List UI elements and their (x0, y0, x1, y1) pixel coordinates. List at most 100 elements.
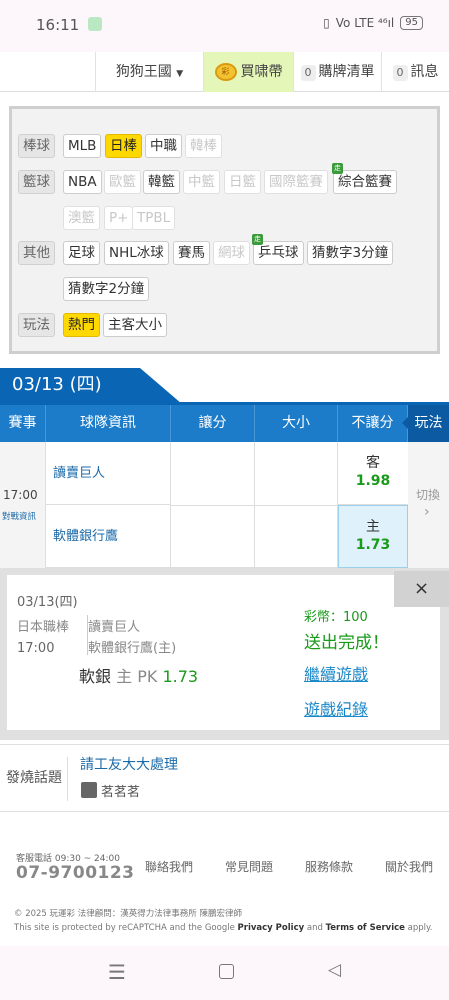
filter-soccer[interactable]: 足球 (63, 241, 100, 265)
filter-china-basketball[interactable]: 中籃 (183, 170, 220, 194)
filter-combined-basketball-label: 綜合籃賽 (338, 174, 392, 190)
category-basketball: 籃球 (18, 170, 55, 194)
kingdom-label: 狗狗王國 (115, 64, 172, 80)
filter-table-tennis-label: 乒乓球 (258, 245, 299, 261)
privacy-policy-link[interactable]: Privacy Policy (238, 923, 305, 933)
game-time: 17:00 (3, 488, 38, 502)
cart-count-badge: 0 (300, 65, 316, 81)
header-event: 賽事 (0, 405, 46, 442)
caret-down-icon: ▼ (176, 69, 184, 79)
filter-home-away-total[interactable]: 主客大小 (103, 313, 167, 337)
avatar (81, 782, 97, 798)
away-odds-button[interactable]: 客 1.98 (338, 442, 408, 505)
header-play-type[interactable]: 玩法 (402, 405, 449, 442)
filter-cpbl[interactable]: 中職 (145, 134, 182, 158)
system-nav-bar: ☰ ◁ (0, 946, 449, 1000)
service-phone[interactable]: 07-9700123 (16, 863, 135, 883)
filter-aus-basketball[interactable]: 澳籃 (63, 206, 100, 230)
home-odds-value: 1.73 (355, 537, 391, 553)
filter-intl-basketball[interactable]: 國際籃賽 (264, 170, 328, 194)
filter-mlb[interactable]: MLB (63, 134, 102, 158)
header-moneyline: 不讓分 (338, 405, 408, 442)
filter-horse-racing[interactable]: 賽馬 (173, 241, 210, 265)
odds-table-row: 17:00 對戰資訊 讀賣巨人 軟體銀行鷹 客 1.98 主 1.73 切換 › (0, 442, 449, 568)
filter-table-tennis[interactable]: 走乒乓球 (252, 234, 304, 265)
slip-pick-team: 軟銀 (79, 667, 112, 686)
spread-cell (171, 442, 255, 568)
slip-time: 17:00 (17, 641, 55, 656)
odds-table-header: 賽事 球隊資訊 讓分 大小 不讓分 玩法 (0, 405, 449, 442)
recaptcha-and: and (306, 923, 323, 933)
recent-apps-icon[interactable]: ☰ (108, 960, 126, 984)
filter-euro-basketball[interactable]: 歐籃 (104, 170, 141, 194)
away-odds-value: 1.98 (355, 473, 391, 489)
filter-guess-number-3min[interactable]: 猜數字3分鐘 (307, 241, 394, 265)
away-team[interactable]: 讀賣巨人 (46, 442, 171, 505)
hot-topic-author[interactable]: 茗茗茗 (101, 781, 140, 800)
filter-nhl[interactable]: NHL冰球 (104, 241, 169, 265)
switch-label: 切換 (416, 488, 441, 502)
coins-line: 彩幣：100 (304, 606, 368, 625)
slip-team1: 讀賣巨人 (88, 620, 141, 635)
home-icon[interactable] (219, 964, 234, 979)
hot-topic-title[interactable]: 請工友大大處理 (80, 754, 178, 774)
slip-date: 03/13(四) (17, 595, 78, 610)
cart-button[interactable]: 0 購牌清單 (293, 52, 381, 92)
event-cell: 17:00 對戰資訊 (0, 442, 46, 568)
close-button[interactable]: × (394, 571, 449, 607)
filter-npb[interactable]: 日棒 (105, 134, 142, 158)
footer-link-about[interactable]: 關於我們 (385, 858, 433, 875)
home-team[interactable]: 軟體銀行鷹 (46, 505, 171, 568)
filter-hot[interactable]: 熱門 (63, 313, 100, 337)
vibrate-icon: ▯ (323, 16, 330, 30)
messages-button[interactable]: 0 訊息 (381, 52, 449, 92)
recaptcha-apply: apply. (407, 923, 433, 933)
continue-game-link[interactable]: 繼續遊戲 (304, 661, 368, 685)
filter-p-league[interactable]: P+ (104, 206, 134, 230)
topic-divider (67, 757, 68, 801)
filter-japan-basketball[interactable]: 日籃 (224, 170, 261, 194)
sport-filter-panel: 棒球 MLB 日棒 中職 韓棒 籃球 NBA 歐籃 韓籃 中籃 日籃 國際籃賽 … (9, 106, 440, 354)
category-other: 其他 (18, 241, 55, 265)
footer-link-contact[interactable]: 聯絡我們 (145, 858, 193, 875)
terms-of-service-link[interactable]: Terms of Service (326, 923, 405, 933)
game-history-link[interactable]: 遊戲紀錄 (304, 696, 368, 720)
matchup-info-link[interactable]: 對戰資訊 (2, 510, 36, 522)
back-icon[interactable]: ◁ (328, 960, 341, 980)
copyright: © 2025 玩運彩 法律顧問：漢英得力法律事務所 陳鵬宏律師 (14, 909, 242, 919)
coins-label: 彩幣： (304, 610, 344, 625)
filter-nba[interactable]: NBA (63, 170, 102, 194)
close-icon: × (413, 578, 430, 599)
slip-pick-side: 主 (116, 667, 133, 686)
kingdom-dropdown[interactable]: 狗狗王國 ▼ (95, 52, 203, 92)
top-nav: 狗狗王國 ▼ 彩買啸帶 0 購牌清單 0 訊息 (0, 52, 449, 92)
buy-coins-button[interactable]: 彩買啸帶 (203, 52, 293, 92)
filter-tennis[interactable]: 網球 (213, 241, 250, 265)
battery-icon: 95 (400, 16, 423, 30)
home-odds-button[interactable]: 主 1.73 (338, 505, 408, 568)
home-label: 主 (366, 519, 380, 535)
row-divider (171, 505, 255, 506)
footer-link-terms[interactable]: 服務條款 (305, 858, 353, 875)
slip-pick-type: PK (137, 667, 158, 686)
filter-korea-basketball[interactable]: 韓籃 (143, 170, 180, 194)
new-badge: 走 (252, 234, 263, 245)
submit-success-text: 送出完成！ (304, 633, 389, 653)
recaptcha-notice: This site is protected by reCAPTCHA and … (14, 923, 433, 933)
hot-topic-label: 發燒話題 (6, 770, 62, 786)
switch-cell[interactable]: 切換 › (408, 442, 449, 568)
recaptcha-text: This site is protected by reCAPTCHA and … (14, 923, 235, 933)
buy-coins-label: 買啸帶 (240, 64, 283, 80)
filter-combined-basketball[interactable]: 走綜合籃賽 (332, 163, 397, 194)
filter-tpbl[interactable]: TPBL (132, 206, 176, 230)
slip-league: 日本職棒 (17, 620, 70, 635)
header-total: 大小 (255, 405, 338, 442)
slip-pick: 軟銀 主 PK 1.73 (79, 663, 198, 687)
filter-kbo[interactable]: 韓棒 (185, 134, 222, 158)
signal-icon: Vo LTE ⁴⁶ıl (335, 16, 395, 30)
chevron-right-icon: › (424, 504, 430, 520)
date-tab[interactable]: 03/13 (四) (0, 368, 182, 404)
messages-count-badge: 0 (392, 65, 408, 81)
filter-guess-number-2min[interactable]: 猜數字2分鐘 (63, 277, 150, 301)
footer-link-faq[interactable]: 常見問題 (225, 858, 273, 875)
